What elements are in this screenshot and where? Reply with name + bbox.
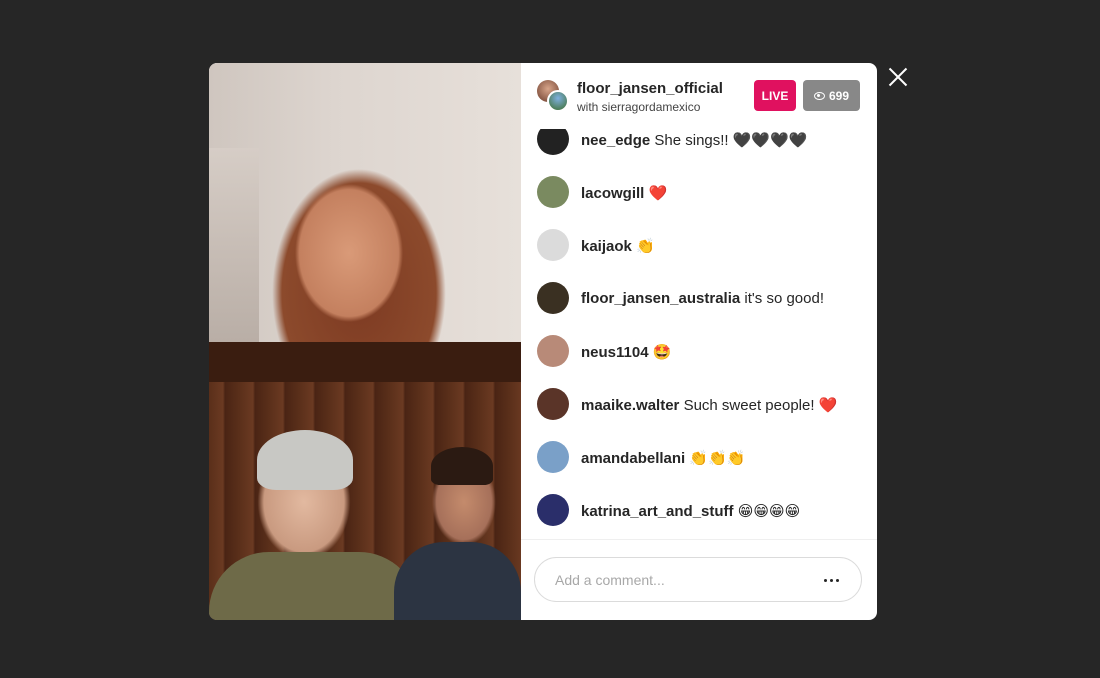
comment-text: nee_edge She sings!! 🖤🖤🖤🖤 [581, 131, 807, 149]
dot [829, 578, 833, 582]
comment-message: it's so good! [744, 290, 824, 307]
commenter-avatar[interactable] [537, 129, 569, 155]
comment-text: lacowgill ❤️ [581, 184, 667, 202]
eye-icon [813, 91, 825, 100]
viewer-count: 699 [828, 88, 850, 103]
comment-message: 👏 [636, 238, 655, 255]
comment-item: maaike.walter Such sweet people! ❤️ [521, 388, 877, 422]
comment-text: neus1104 🤩 [581, 343, 671, 361]
comment-username[interactable]: lacowgill [581, 185, 644, 202]
comment-username[interactable]: neus1104 [581, 344, 649, 361]
comment-item: neus1104 🤩 [521, 335, 877, 369]
background-beam [209, 342, 521, 382]
live-video-modal: floor_jansen_official with sierragordame… [209, 63, 877, 620]
commenter-avatar[interactable] [537, 441, 569, 473]
commenter-avatar[interactable] [537, 388, 569, 420]
comment-text: kaijaok 👏 [581, 237, 655, 255]
live-badge: LIVE [754, 80, 796, 111]
guest-person-2 [431, 447, 493, 485]
guest-jacket-2 [394, 542, 521, 620]
host-username[interactable]: floor_jansen_official [577, 80, 723, 97]
live-video-area [209, 63, 521, 620]
comment-text: maaike.walter Such sweet people! ❤️ [581, 396, 837, 414]
guest-avatar[interactable] [547, 90, 569, 112]
guest-person-1 [257, 430, 353, 490]
comment-item: katrina_art_and_stuff 😁😁😁😁 [521, 494, 877, 528]
commenter-avatar[interactable] [537, 176, 569, 208]
commenter-avatar[interactable] [537, 282, 569, 314]
comment-username[interactable]: amandabellani [581, 450, 685, 467]
live-header: floor_jansen_official with sierragordame… [521, 63, 877, 129]
comment-message: 👏👏👏 [689, 450, 746, 467]
guest-username[interactable]: with sierragordamexico [577, 100, 700, 114]
commenter-avatar[interactable] [537, 229, 569, 261]
comment-text: floor_jansen_australia it's so good! [581, 290, 824, 307]
chat-panel: floor_jansen_official with sierragordame… [521, 63, 877, 620]
comment-text: katrina_art_and_stuff 😁😁😁😁 [581, 502, 800, 520]
comment-username[interactable]: maaike.walter [581, 397, 679, 414]
commenter-avatar[interactable] [537, 494, 569, 526]
comment-box[interactable] [534, 557, 862, 602]
comment-message: Such sweet people! ❤️ [683, 397, 838, 414]
close-icon[interactable] [886, 65, 910, 89]
comment-username[interactable]: nee_edge [581, 132, 650, 149]
comment-list[interactable]: nee_edge She sings!! 🖤🖤🖤🖤 lacowgill ❤️ kai… [521, 129, 877, 539]
divider [521, 539, 877, 540]
comment-item: amandabellani 👏👏👏 [521, 441, 877, 475]
comment-username[interactable]: kaijaok [581, 238, 632, 255]
comment-message: She sings!! 🖤🖤🖤🖤 [654, 132, 808, 149]
comment-message: ❤️ [648, 185, 668, 202]
comment-message: 🤩 [652, 344, 672, 361]
comment-text: amandabellani 👏👏👏 [581, 449, 745, 467]
comment-item: kaijaok 👏 [521, 229, 877, 263]
comment-username[interactable]: floor_jansen_australia [581, 290, 740, 307]
background-door [209, 148, 259, 342]
commenter-avatar[interactable] [537, 335, 569, 367]
more-options-icon[interactable] [821, 570, 841, 590]
comment-item: floor_jansen_australia it's so good! [521, 282, 877, 316]
host-avatars[interactable] [537, 80, 569, 112]
dot [835, 578, 839, 582]
comment-item: lacowgill ❤️ [521, 176, 877, 210]
dot [823, 578, 827, 582]
viewer-count-badge: 699 [803, 80, 860, 111]
host-video-feed [209, 63, 521, 342]
comment-item: nee_edge She sings!! 🖤🖤🖤🖤 [521, 129, 877, 157]
comment-username[interactable]: katrina_art_and_stuff [581, 503, 734, 520]
guest-jacket-1 [209, 552, 419, 620]
comment-input[interactable] [555, 570, 805, 590]
guest-video-feed [209, 342, 521, 620]
comment-message: 😁😁😁😁 [737, 503, 801, 520]
